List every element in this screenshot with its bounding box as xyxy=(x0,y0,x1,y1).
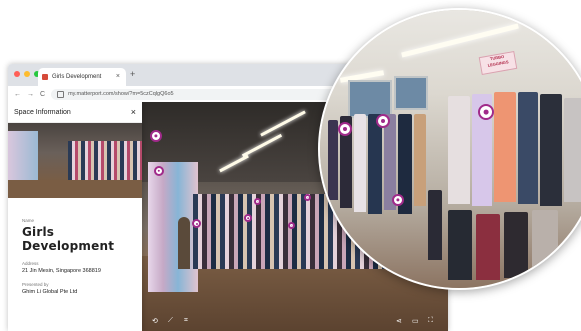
zoom-window xyxy=(348,80,392,118)
forward-button[interactable]: → xyxy=(27,91,34,98)
presenter-name: Ghim Li Global Pte Ltd xyxy=(22,289,78,295)
lock-icon xyxy=(57,90,65,98)
tag-hotspot[interactable] xyxy=(254,198,261,205)
zoom-tag-hotspot[interactable] xyxy=(376,114,390,128)
tag-hotspot[interactable] xyxy=(192,219,201,228)
tag-hotspot[interactable] xyxy=(244,214,252,222)
thumb-rack xyxy=(8,131,38,181)
tag-hotspot[interactable] xyxy=(150,130,162,142)
panel-body: Name Girls Development Address 21 Jin Me… xyxy=(8,198,142,307)
minimize-window-button[interactable] xyxy=(24,71,30,77)
zoom-tag-hotspot[interactable] xyxy=(392,194,404,206)
zoomed-scene: TURBO LEGGINGS xyxy=(320,10,581,288)
space-name: Girls Development xyxy=(22,225,115,253)
rotate-icon[interactable]: ⟲ xyxy=(152,317,158,325)
url-text: my.matterport.com/show/?m=5czCqlgQ6o5 xyxy=(68,91,174,97)
fullscreen-icon[interactable]: ⛶ xyxy=(428,317,433,325)
zoom-garment xyxy=(428,190,442,260)
tag-hotspot[interactable] xyxy=(304,194,311,201)
panel-close-button[interactable]: × xyxy=(131,107,136,117)
clothing-rack-left xyxy=(148,162,198,292)
panel-header: Space Information × xyxy=(8,102,142,123)
panel-title: Space Information xyxy=(14,108,71,116)
zoom-garment xyxy=(504,212,528,278)
zoom-tag-hotspot[interactable] xyxy=(478,104,494,120)
name-label: Name xyxy=(22,218,35,223)
reload-button[interactable]: C xyxy=(40,91,45,98)
tag-hotspot[interactable] xyxy=(154,166,164,176)
thumb-racks xyxy=(68,141,142,181)
space-information-panel: Space Information × Name Girls Developme… xyxy=(8,102,142,331)
zoom-garment xyxy=(354,114,366,212)
zoom-garment xyxy=(328,120,338,200)
zoom-garment xyxy=(448,96,470,204)
new-tab-button[interactable]: + xyxy=(130,69,135,79)
zoom-garment xyxy=(448,210,472,280)
zoom-garment xyxy=(476,214,500,280)
product-sign: TURBO LEGGINGS xyxy=(478,51,518,75)
measure-icon[interactable]: ⟋ xyxy=(168,317,173,325)
back-button[interactable]: ← xyxy=(14,91,21,98)
thumb-floor xyxy=(8,180,142,198)
zoom-garment xyxy=(564,98,581,202)
tab-close-button[interactable]: × xyxy=(116,73,120,80)
zoom-garment xyxy=(368,114,382,214)
zoom-garment xyxy=(532,210,558,280)
presented-by-label: Presented by xyxy=(22,282,49,287)
tag-hotspot[interactable] xyxy=(288,222,295,229)
zoom-garment xyxy=(494,92,516,202)
space-address: 21 Jin Mesin, Singapore 368819 xyxy=(22,268,101,274)
zoom-garment xyxy=(414,114,426,206)
zoom-tag-hotspot[interactable] xyxy=(338,122,352,136)
zoom-garment xyxy=(540,94,562,206)
tab-title: Girls Development xyxy=(52,74,102,80)
zoom-garment xyxy=(518,92,538,204)
address-label: Address xyxy=(22,261,39,266)
zoom-window xyxy=(394,76,428,110)
browser-tab[interactable]: Girls Development × xyxy=(38,68,126,86)
favicon-icon xyxy=(42,74,48,80)
space-thumbnail xyxy=(8,123,142,198)
floorplan-icon[interactable]: ⌗ xyxy=(184,317,188,325)
zoom-magnifier: TURBO LEGGINGS xyxy=(318,8,581,290)
mannequin xyxy=(178,217,190,269)
window-controls xyxy=(14,71,40,77)
close-window-button[interactable] xyxy=(14,71,20,77)
share-icon[interactable]: ⋖ xyxy=(396,317,402,325)
cube-icon[interactable]: ▭ xyxy=(412,317,419,325)
